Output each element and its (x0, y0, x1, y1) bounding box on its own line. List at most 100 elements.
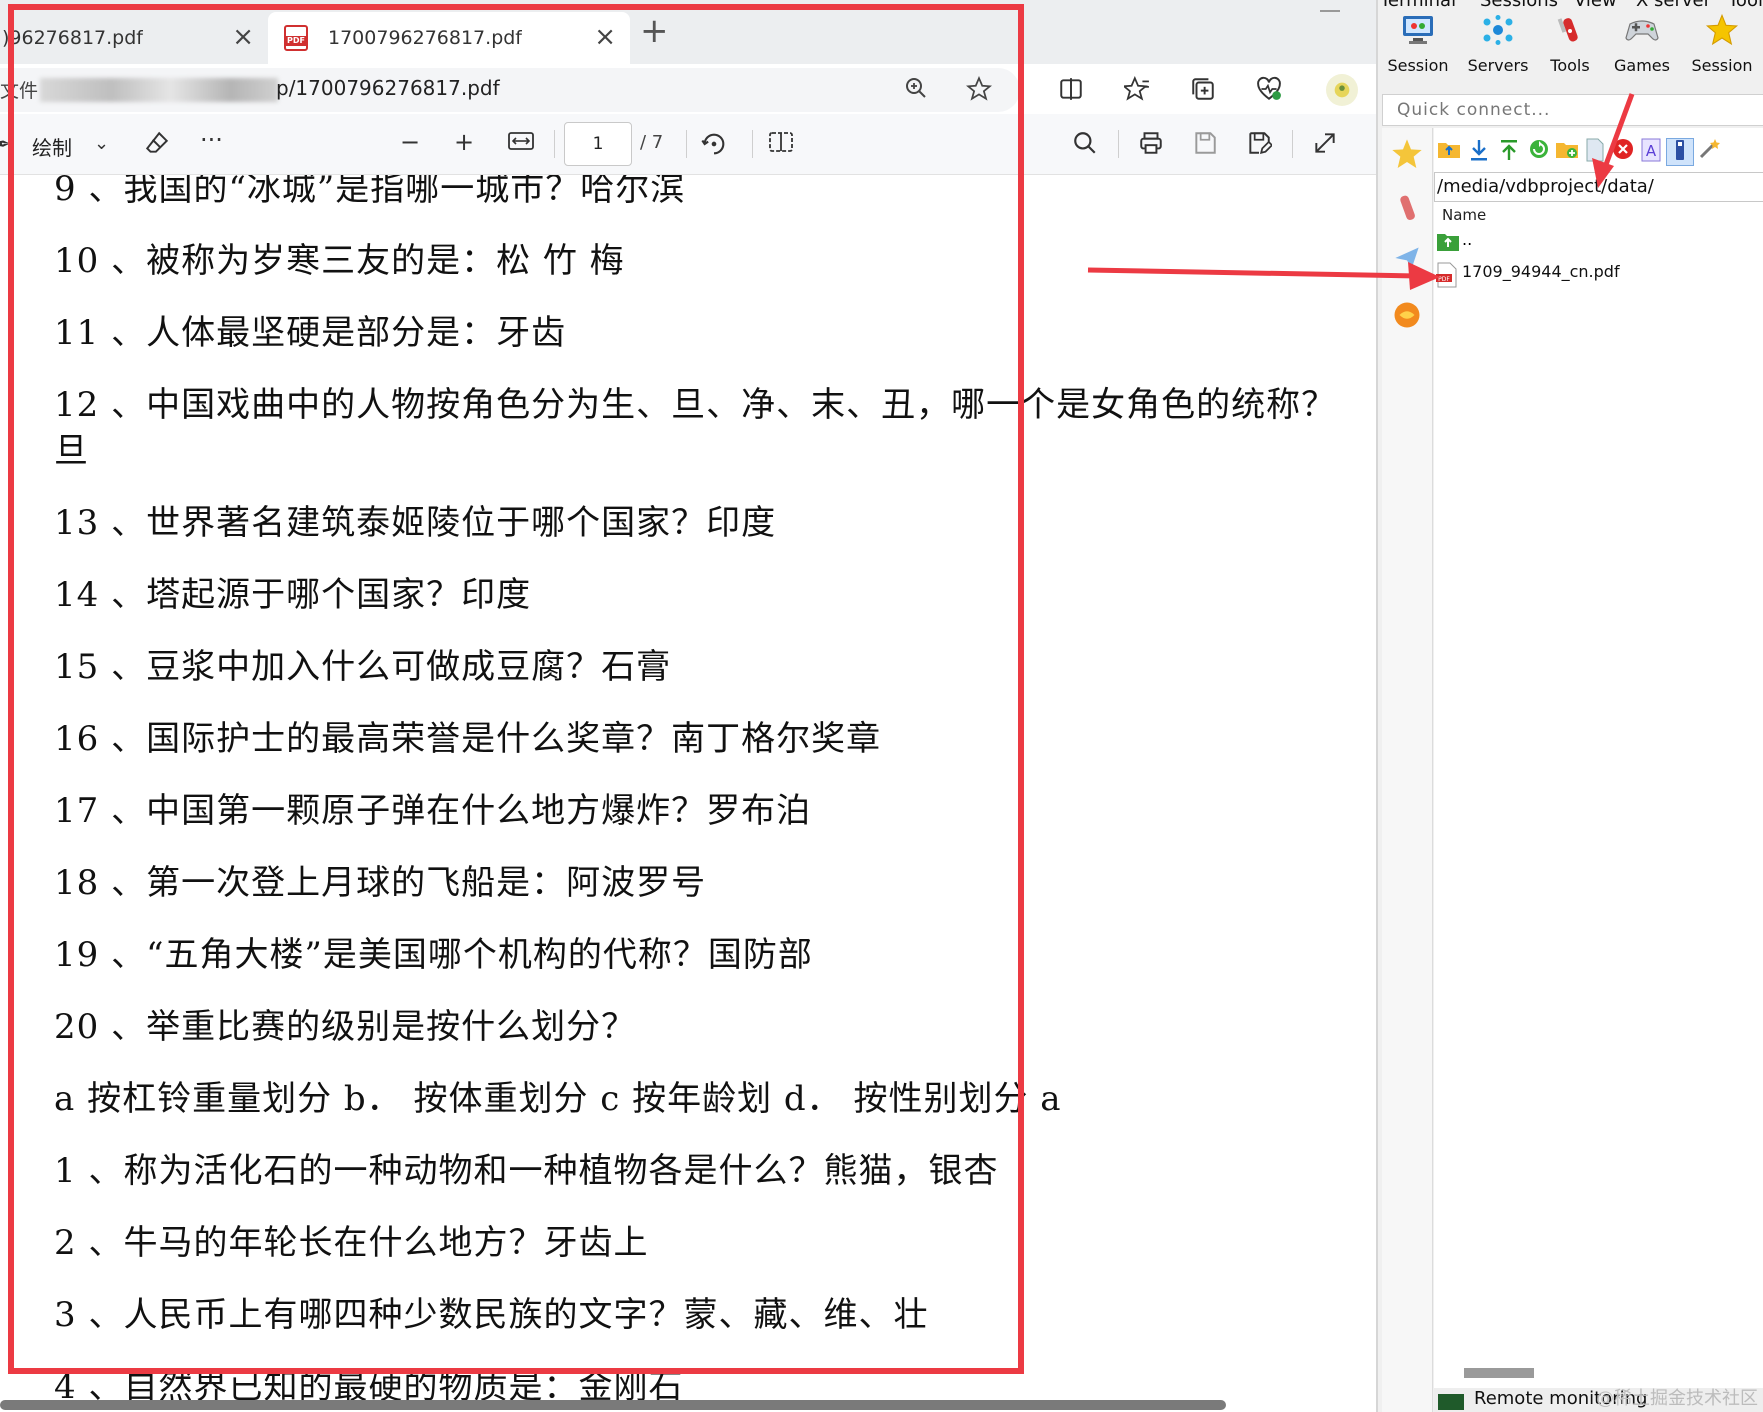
fit-to-width-icon[interactable] (508, 130, 534, 158)
address-bar[interactable]: 文件 p/1700796276817.pdf (0, 68, 1020, 112)
draw-button[interactable]: 绘制 (32, 132, 72, 161)
fullscreen-expand-icon[interactable] (1312, 130, 1338, 162)
horizontal-scrollbar[interactable] (0, 1400, 1226, 1410)
menu-sessions[interactable]: Sessions (1480, 0, 1558, 11)
download-icon[interactable] (1466, 138, 1492, 164)
pdf-file-icon: PDF (284, 25, 308, 51)
tab-pdf-previous[interactable]: )96276817.pdf × (0, 12, 268, 64)
close-tab-icon[interactable]: × (232, 24, 254, 50)
find-search-icon[interactable] (1072, 130, 1098, 162)
toolbar-divider (554, 130, 555, 158)
refresh-icon[interactable] (1526, 138, 1552, 164)
document-line: 15 、豆浆中加入什么可做成豆腐？石膏 (54, 647, 672, 687)
session-label: Session (1387, 56, 1449, 75)
collections-icon[interactable] (1190, 76, 1216, 108)
menu-x-server[interactable]: X server (1636, 0, 1711, 11)
document-line: 3 、人民币上有哪四种少数民族的文字？蒙、藏、维、壮 (54, 1295, 929, 1335)
print-icon[interactable] (1138, 130, 1164, 162)
rename-icon[interactable]: A (1638, 138, 1664, 164)
delete-icon[interactable] (1610, 138, 1636, 164)
favorite-star-icon[interactable] (965, 75, 993, 108)
settings-wand-icon[interactable] (1696, 138, 1722, 164)
save-icon[interactable] (1192, 130, 1218, 162)
menu-terminal[interactable]: Terminal (1380, 0, 1456, 11)
file-name: .. (1462, 230, 1473, 249)
tools-button[interactable]: Tools (1530, 14, 1610, 86)
menu-view[interactable]: View (1574, 0, 1617, 11)
pdf-toolbar: ✒ 绘制 ⌄ ··· − + 1 / 7 (0, 114, 1376, 175)
file-row-pdf[interactable]: PDF 1709_94944_cn.pdf (1434, 258, 1763, 288)
eraser-icon[interactable] (144, 130, 170, 162)
new-file-icon[interactable] (1582, 138, 1608, 164)
toolbar-divider (1118, 130, 1119, 158)
pdf-document-page[interactable]: 9 、我国的“冰城”是指哪一城市？哈尔滨 10 、被称为岁寒三友的是：松 竹 梅… (0, 175, 1376, 1412)
sessions-favorites-button[interactable]: Session (1682, 13, 1762, 86)
favorites-icon[interactable] (1121, 75, 1150, 108)
document-line: 2 、牛马的年轮长在什么地方？牙齿上 (54, 1223, 649, 1263)
sftp-path-input[interactable]: /media/vdbproject/data/ (1434, 172, 1763, 202)
document-line: 18 、第一次登上月球的飞船是：阿波罗号 (54, 863, 707, 903)
menu-tools[interactable]: Tool (1728, 0, 1763, 11)
menu-bar: Terminal Sessions View X server Tool (1378, 0, 1763, 12)
document-line: 10 、被称为岁寒三友的是：松 竹 梅 (54, 241, 625, 281)
svg-text:PDF: PDF (1438, 276, 1450, 283)
document-line: 19 、“五角大楼”是美国哪个机构的代称？国防部 (54, 935, 813, 975)
file-row-parent[interactable]: .. (1434, 226, 1763, 256)
profile-avatar[interactable] (1326, 74, 1358, 106)
svg-text:A: A (1646, 142, 1657, 160)
page-number-input[interactable]: 1 (564, 122, 632, 166)
servers-network-icon (1458, 14, 1538, 56)
document-line: 20 、举重比赛的级别是按什么划分？ (54, 1007, 637, 1047)
column-header-name[interactable]: Name (1442, 206, 1486, 224)
sessions-label: Session (1691, 56, 1753, 75)
star-icon (1682, 13, 1762, 56)
zoom-page-icon[interactable] (904, 76, 928, 106)
rotate-icon[interactable] (700, 130, 728, 164)
document-line: 17 、中国第一颗原子弹在什么地方爆炸？罗布泊 (54, 791, 812, 831)
save-as-icon[interactable] (1246, 130, 1274, 162)
watermark: @稀土掘金技术社区 (1596, 1388, 1758, 1409)
document-line: 旦 (54, 431, 89, 471)
favorites-star-icon[interactable] (1386, 138, 1428, 180)
more-options-icon[interactable]: ··· (200, 126, 223, 154)
chevron-down-icon[interactable]: ⌄ (94, 130, 109, 158)
draw-pen-icon[interactable]: ✒ (0, 130, 11, 158)
mobaxterm-window: Terminal Sessions View X server Tool Ses… (1376, 0, 1763, 1412)
tab-pdf-active[interactable]: PDF 1700796276817.pdf × (268, 12, 630, 64)
sftp-browser: A /media/vdbproject/data/ Name .. PDF 17… (1434, 128, 1763, 1412)
sftp-toolbar: A (1434, 134, 1763, 170)
address-row: 文件 p/1700796276817.pdf (0, 64, 1376, 114)
parent-folder-icon[interactable] (1436, 138, 1462, 164)
tab-label: )96276817.pdf (2, 27, 143, 49)
minimize-icon[interactable] (1320, 10, 1340, 12)
tools-label: Tools (1550, 56, 1590, 75)
quick-connect-input[interactable]: Quick connect... (1382, 94, 1763, 126)
new-folder-icon[interactable] (1554, 138, 1580, 164)
document-line: 14 、塔起源于哪个国家？印度 (54, 575, 532, 615)
zoom-in-icon[interactable]: + (454, 128, 474, 156)
follow-terminal-folder-icon[interactable] (1666, 138, 1694, 166)
session-button[interactable]: Session (1378, 14, 1458, 86)
address-url: p/1700796276817.pdf (276, 76, 500, 100)
document-line: a 按杠铃重量划分 b． 按体重划分 c 按年龄划 d． 按性别划分 a (54, 1079, 1062, 1119)
new-tab-plus-icon[interactable]: + (640, 14, 669, 48)
page-view-icon[interactable] (768, 130, 794, 160)
games-button[interactable]: Games (1602, 14, 1682, 86)
tab-label: 1700796276817.pdf (328, 27, 522, 49)
toolbar-divider (686, 130, 687, 158)
close-tab-icon[interactable]: × (594, 24, 616, 50)
upload-icon[interactable] (1496, 138, 1522, 164)
monitor-graph-icon (1438, 1394, 1464, 1410)
document-line: 1 、称为活化石的一种动物和一种植物各是什么？熊猫，银杏 (54, 1151, 999, 1191)
browser-essentials-icon[interactable] (1256, 76, 1282, 108)
tools-side-icon[interactable] (1386, 192, 1428, 234)
split-screen-icon[interactable] (1058, 76, 1084, 108)
toolbar-divider (1292, 130, 1293, 158)
sftp-send-icon[interactable] (1386, 242, 1428, 284)
macro-orb-icon[interactable] (1386, 300, 1428, 342)
redacted-path (40, 78, 278, 102)
servers-button[interactable]: Servers (1458, 14, 1538, 86)
main-toolbar: Session Servers Tools Games Session (1378, 13, 1763, 86)
zoom-out-icon[interactable]: − (400, 128, 420, 156)
sftp-horizontal-scrollbar[interactable] (1464, 1368, 1534, 1378)
